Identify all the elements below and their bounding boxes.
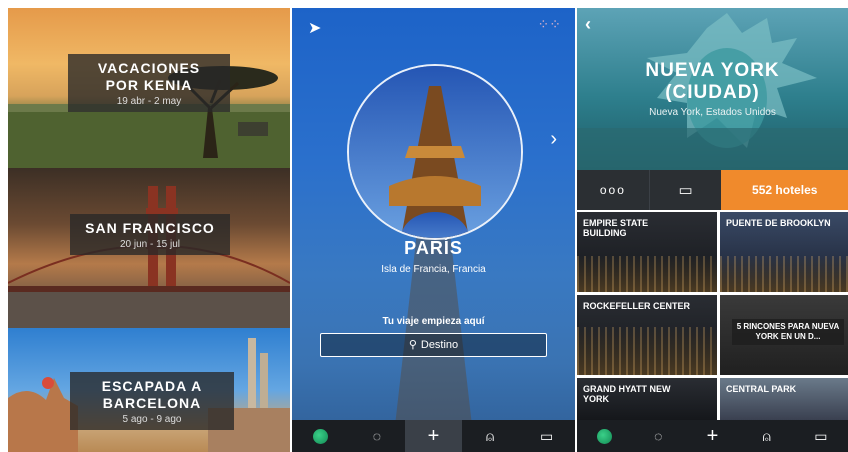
attraction-label: GRAND HYATT NEW YORK — [583, 384, 671, 404]
trip-title: POR KENIA — [105, 77, 193, 93]
tab-trips[interactable]: ▭ — [794, 420, 848, 452]
back-chevron-icon[interactable]: ‹ — [585, 14, 591, 35]
trip-title-box: ESCAPADA A BARCELONA 5 ago - 9 ago — [70, 372, 234, 430]
trips-screen: VACACIONES POR KENIA 19 abr - 2 may SAN … — [8, 8, 290, 452]
folder-icon: ▭ — [540, 427, 554, 444]
hotels-button[interactable]: 552 hoteles — [721, 170, 848, 210]
home-screen: ➤ ⁘⁘ › PARÍS Isla de Francia, Francia Tu… — [292, 8, 575, 452]
city-title: NUEVA YORK (CIUDAD) — [577, 60, 848, 104]
attraction-label: ROCKEFELLER CENTER — [583, 301, 691, 311]
trip-title-box: SAN FRANCISCO 20 jun - 15 jul — [70, 214, 230, 255]
attraction-label: CENTRAL PARK — [726, 384, 797, 394]
attraction-tile[interactable]: PUENTE DE BROOKLYN — [720, 212, 848, 292]
tab-explore[interactable] — [292, 420, 349, 452]
search-placeholder: Destino — [420, 339, 459, 351]
city-subtitle: Nueva York, Estados Unidos — [649, 107, 776, 118]
city-title-line1: NUEVA YORK — [645, 60, 780, 81]
attraction-label: PUENTE DE BROOKLYN — [726, 218, 831, 228]
tab-ideas[interactable]: ◌ — [349, 420, 406, 452]
destination-search[interactable]: ⚲ Destino — [320, 333, 547, 357]
attraction-tile[interactable]: CENTRAL PARK — [720, 378, 848, 420]
attraction-label: 5 RINCONES PARA NUEVA YORK EN UN D... — [736, 322, 840, 341]
attraction-tile[interactable]: ROCKEFELLER CENTER — [577, 295, 717, 375]
tab-add[interactable]: + — [405, 420, 462, 452]
tab-profile[interactable]: ⍝ — [740, 420, 794, 452]
city-region: Isla de Francia, Francia — [381, 264, 486, 275]
more-options-button[interactable]: ooo — [577, 170, 649, 210]
grid-icon[interactable]: ⁘⁘ — [538, 16, 561, 33]
lightbulb-icon: ◌ — [372, 428, 382, 444]
trip-title: SAN FRANCISCO — [85, 220, 215, 236]
lightbulb-icon: ◌ — [654, 428, 663, 444]
user-icon: ⍝ — [485, 427, 495, 444]
globe-icon — [596, 428, 612, 444]
attraction-tile[interactable]: GRAND HYATT NEW YORK — [577, 378, 717, 420]
city-photo[interactable] — [347, 64, 523, 240]
city-title: PARÍS — [404, 238, 463, 258]
trip-title: VACACIONES — [97, 60, 201, 76]
tab-trips[interactable]: ▭ — [518, 420, 575, 452]
folder-button[interactable]: ▭ — [648, 170, 722, 210]
search-icon: ⚲ — [408, 339, 417, 351]
bottom-tab-bar: ◌ + ⍝ ▭ — [577, 420, 848, 452]
tab-profile[interactable]: ⍝ — [462, 420, 519, 452]
tab-add[interactable]: + — [685, 420, 739, 452]
trip-title: ESCAPADA A — [101, 378, 203, 394]
more-dots-icon: ooo — [599, 183, 626, 197]
city-segment-bar: ooo ▭ 552 hoteles — [577, 170, 848, 210]
folder-icon: ▭ — [814, 427, 828, 444]
tab-ideas[interactable]: ◌ — [631, 420, 685, 452]
attraction-tile[interactable]: 5 RINCONES PARA NUEVA YORK EN UN D... — [720, 295, 848, 375]
trip-card-kenia[interactable]: VACACIONES POR KENIA 19 abr - 2 may — [8, 8, 290, 168]
trip-card-san-francisco[interactable]: SAN FRANCISCO 20 jun - 15 jul — [8, 168, 290, 328]
trip-title: BARCELONA — [102, 395, 202, 411]
tab-explore[interactable] — [577, 420, 631, 452]
bottom-tab-bar: ◌ + ⍝ ▭ — [292, 420, 575, 452]
trip-dates: 20 jun - 15 jul — [119, 239, 181, 250]
attractions-grid: EMPIRE STATE BUILDING PUENTE DE BROOKLYN… — [577, 212, 848, 420]
trip-dates: 5 ago - 9 ago — [122, 414, 182, 425]
city-detail-screen: ‹ NUEVA YORK (CIUDAD) Nueva York, Estado… — [577, 8, 848, 452]
trip-title-box: VACACIONES POR KENIA 19 abr - 2 may — [68, 54, 230, 112]
add-icon: + — [706, 424, 719, 447]
city-title-line2: (CIUDAD) — [665, 82, 760, 103]
globe-icon — [312, 428, 328, 444]
folder-icon: ▭ — [678, 182, 693, 199]
location-arrow-icon[interactable]: ➤ — [308, 18, 321, 38]
add-icon: + — [427, 424, 440, 447]
city-hero: ‹ NUEVA YORK (CIUDAD) Nueva York, Estado… — [577, 8, 848, 170]
start-heading: Tu viaje empieza aquí — [382, 316, 485, 327]
eiffel-tower-image — [349, 66, 521, 238]
trip-dates: 19 abr - 2 may — [116, 96, 182, 107]
user-icon: ⍝ — [762, 427, 771, 444]
attraction-label: EMPIRE STATE BUILDING — [583, 218, 649, 238]
chevron-right-icon[interactable]: › — [550, 128, 557, 151]
trip-card-barcelona[interactable]: ESCAPADA A BARCELONA 5 ago - 9 ago — [8, 328, 290, 452]
attraction-tile[interactable]: EMPIRE STATE BUILDING — [577, 212, 717, 292]
